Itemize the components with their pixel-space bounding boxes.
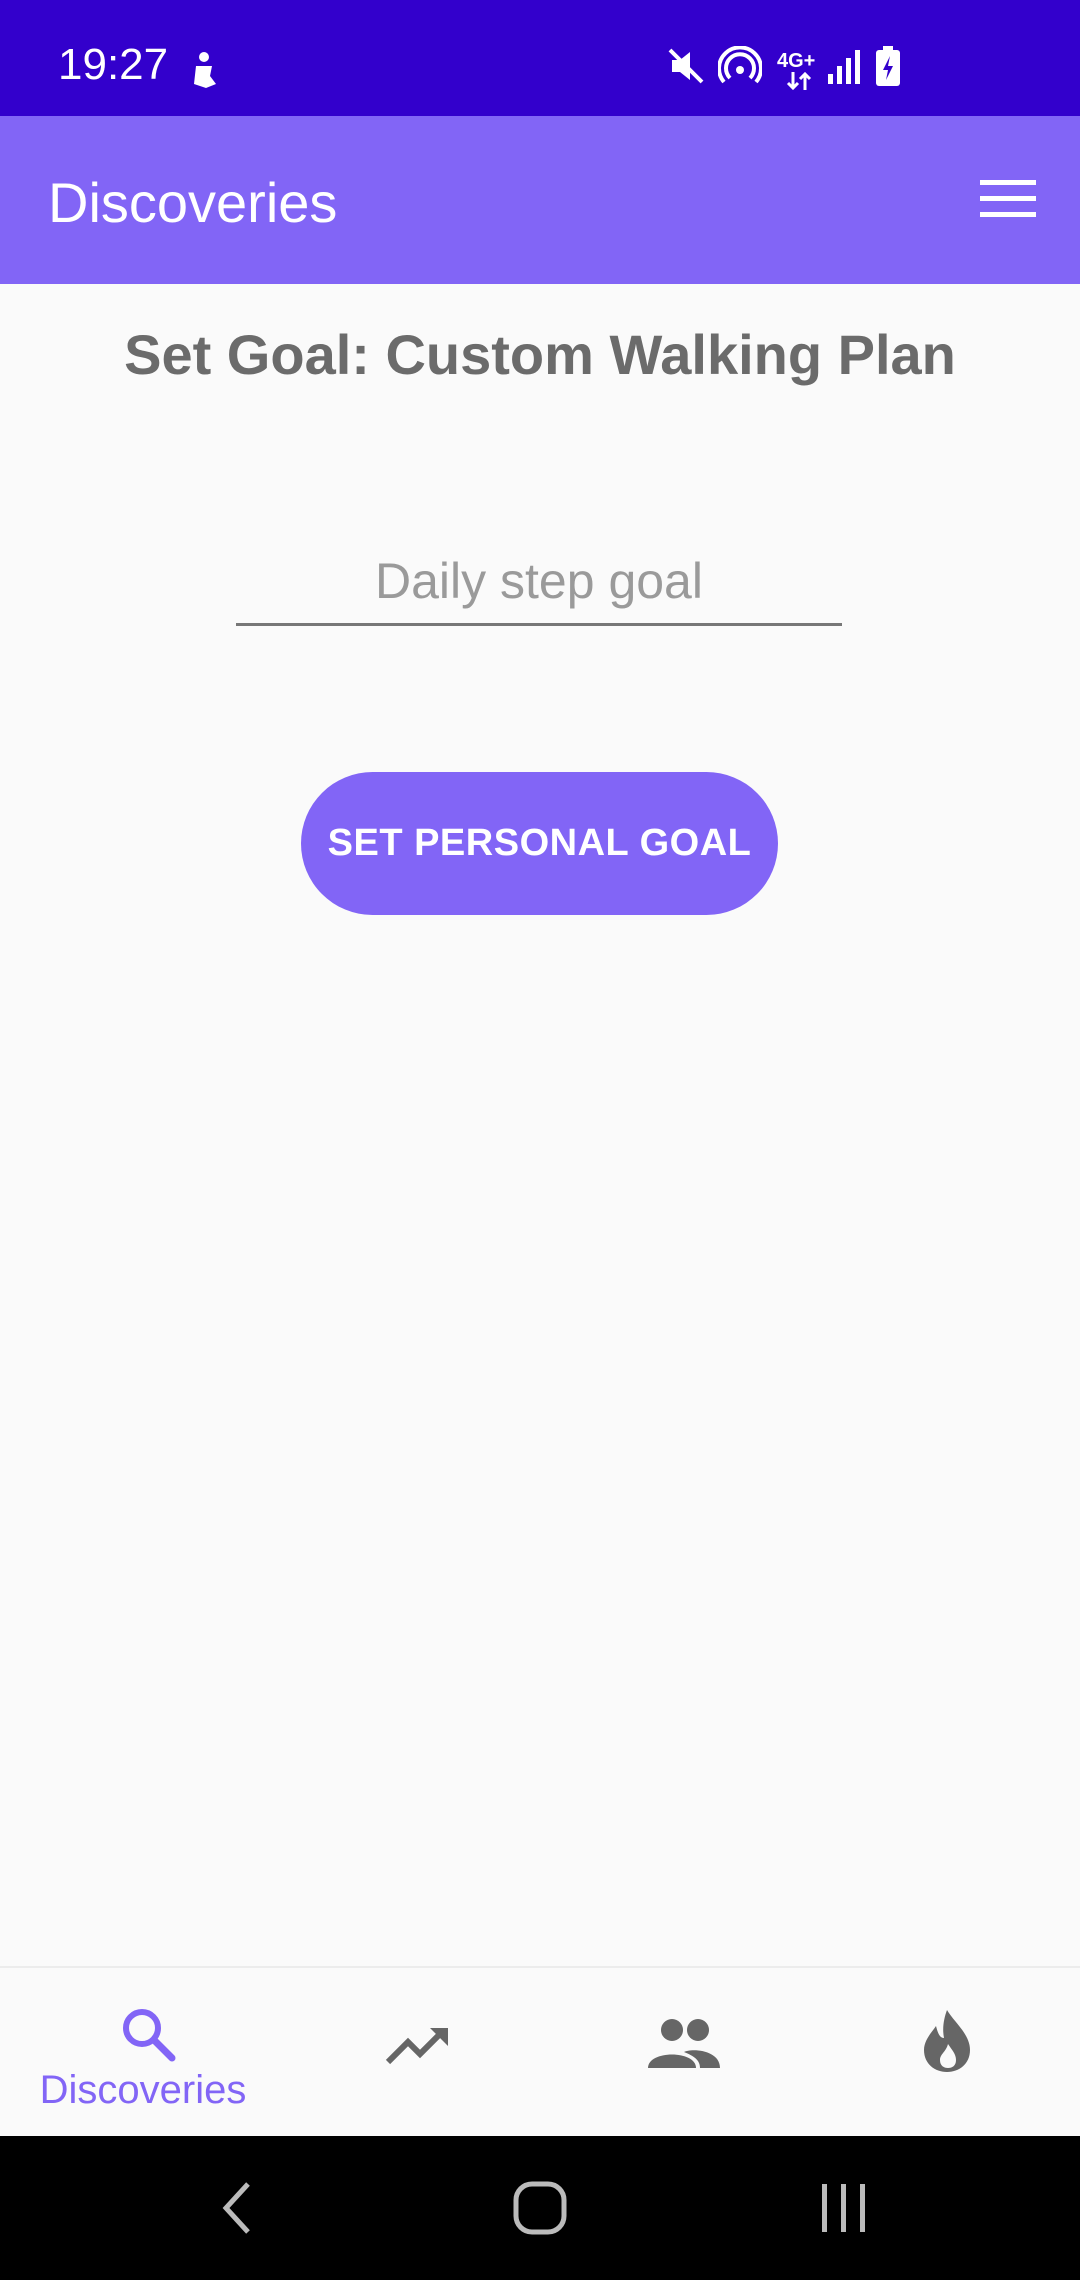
- signal-icon: [826, 46, 862, 91]
- status-bar: 19:27 4G+: [0, 0, 1080, 116]
- page-title: Set Goal: Custom Walking Plan: [124, 323, 956, 386]
- nav-item-discoveries[interactable]: Discoveries: [8, 1968, 278, 2138]
- app-title: Discoveries: [48, 171, 338, 234]
- trending-up-icon: [385, 2028, 448, 2065]
- mute-icon: [666, 46, 706, 91]
- search-icon: [123, 2009, 176, 2062]
- set-personal-goal-button[interactable]: SET PERSONAL GOAL: [301, 772, 778, 915]
- battery-charging-icon: [874, 46, 902, 93]
- recents-icon[interactable]: [818, 2182, 870, 2234]
- system-navigation: [0, 2136, 1080, 2280]
- nav-label-discoveries: Discoveries: [39, 2068, 247, 2112]
- home-icon[interactable]: [512, 2180, 568, 2236]
- hotspot-icon: [717, 45, 763, 91]
- flame-icon: [924, 2010, 970, 2072]
- network-label: 4G+: [777, 50, 816, 72]
- daily-step-goal-input[interactable]: [236, 546, 842, 626]
- back-icon[interactable]: [218, 2180, 258, 2236]
- people-icon: [648, 2019, 720, 2068]
- network-icon: [786, 71, 812, 95]
- menu-icon: [980, 180, 1036, 217]
- nav-item-streak[interactable]: [812, 1968, 1080, 2138]
- bottom-navigation: Discoveries: [0, 1966, 1080, 2138]
- status-icons: 4G+: [0, 0, 1080, 116]
- nav-item-trends[interactable]: [286, 1968, 556, 2138]
- menu-button[interactable]: [976, 166, 1040, 230]
- app-bar: Discoveries: [0, 116, 1080, 284]
- nav-item-friends[interactable]: [549, 1968, 819, 2138]
